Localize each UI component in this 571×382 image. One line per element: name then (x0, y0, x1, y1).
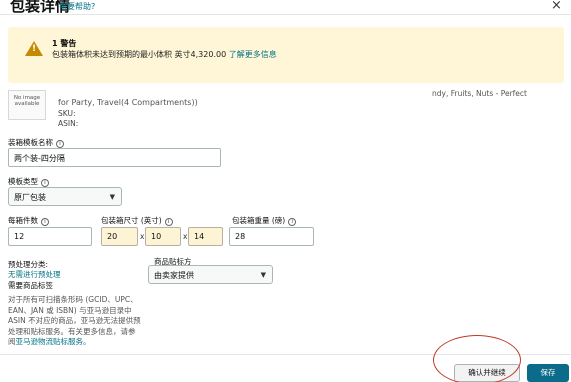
box-height-input[interactable]: 14 (188, 227, 223, 246)
template-name-input[interactable]: 两个装-四分隔 (8, 148, 221, 167)
labeling-select[interactable]: 由卖家提供 ▼ (148, 265, 273, 284)
box-weight-label: 包装箱重量 (磅) i (232, 215, 297, 226)
box-length-input[interactable]: 20 (101, 227, 138, 246)
units-per-box-label-text: 每箱件数 (8, 216, 38, 225)
product-sku: SKU: (58, 109, 76, 118)
box-dimensions-label-text: 包装箱尺寸 (英寸) (101, 216, 162, 225)
template-name-label: 装箱模板名称 i (8, 137, 64, 148)
chevron-down-icon: ▼ (260, 271, 266, 279)
info-icon[interactable]: i (288, 218, 297, 226)
template-type-label-text: 模板类型 (8, 177, 38, 186)
dimension-separator: x (183, 232, 188, 241)
help-link[interactable]: 需要帮助? (59, 1, 95, 12)
template-name-label-text: 装箱模板名称 (8, 138, 53, 147)
product-asin: ASIN: (58, 119, 79, 128)
box-weight-input[interactable]: 28 (229, 227, 314, 246)
dimension-separator: x (140, 232, 145, 241)
product-name-right: ndy, Fruits, Nuts - Perfect (432, 89, 527, 98)
product-name: for Party, Travel(4 Compartments)) (58, 98, 198, 107)
template-type-value: 原厂包装 (14, 193, 46, 202)
template-type-label: 模板类型 i (8, 176, 49, 187)
warning-title: 1 警告 (52, 39, 77, 48)
info-icon[interactable]: i (41, 179, 49, 187)
box-dimensions-label: 包装箱尺寸 (英寸) i (101, 215, 173, 226)
labeling-service-link[interactable]: 亚马逊物流贴标服务。 (16, 337, 91, 346)
info-icon[interactable]: i (41, 218, 49, 226)
annotation-circle (433, 335, 521, 382)
prep-value-link[interactable]: 无需进行预处理 (8, 269, 61, 280)
product-image-text: No image available (13, 95, 41, 107)
header-divider (0, 14, 571, 15)
required-label-text: 需要商品标签 (8, 281, 53, 290)
labeling-value: 由卖家提供 (154, 271, 194, 280)
save-button[interactable]: 保存 (527, 364, 569, 382)
template-type-select[interactable]: 原厂包装 ▼ (8, 187, 122, 206)
units-per-box-input[interactable]: 12 (8, 227, 92, 246)
warning-exclamation: ! (31, 44, 37, 54)
prep-help-text: 对于所有可扫描条形码 (GCID、UPC、EAN、JAN 或 ISBN) 与亚马… (8, 295, 142, 348)
warning-learn-more-link[interactable]: 了解更多信息 (229, 50, 277, 59)
warning-message: 包装箱体积未达到预期的最小体积 英寸4,320.00 了解更多信息 (52, 49, 277, 60)
warning-message-text: 包装箱体积未达到预期的最小体积 英寸4,320.00 (52, 50, 227, 59)
units-per-box-label: 每箱件数 i (8, 215, 49, 226)
box-weight-label-text: 包装箱重量 (磅) (232, 216, 286, 225)
info-icon[interactable]: i (164, 218, 173, 226)
box-width-input[interactable]: 10 (145, 227, 181, 246)
close-icon[interactable]: × (551, 0, 562, 13)
chevron-down-icon: ▼ (109, 193, 115, 201)
info-icon[interactable]: i (56, 140, 64, 148)
